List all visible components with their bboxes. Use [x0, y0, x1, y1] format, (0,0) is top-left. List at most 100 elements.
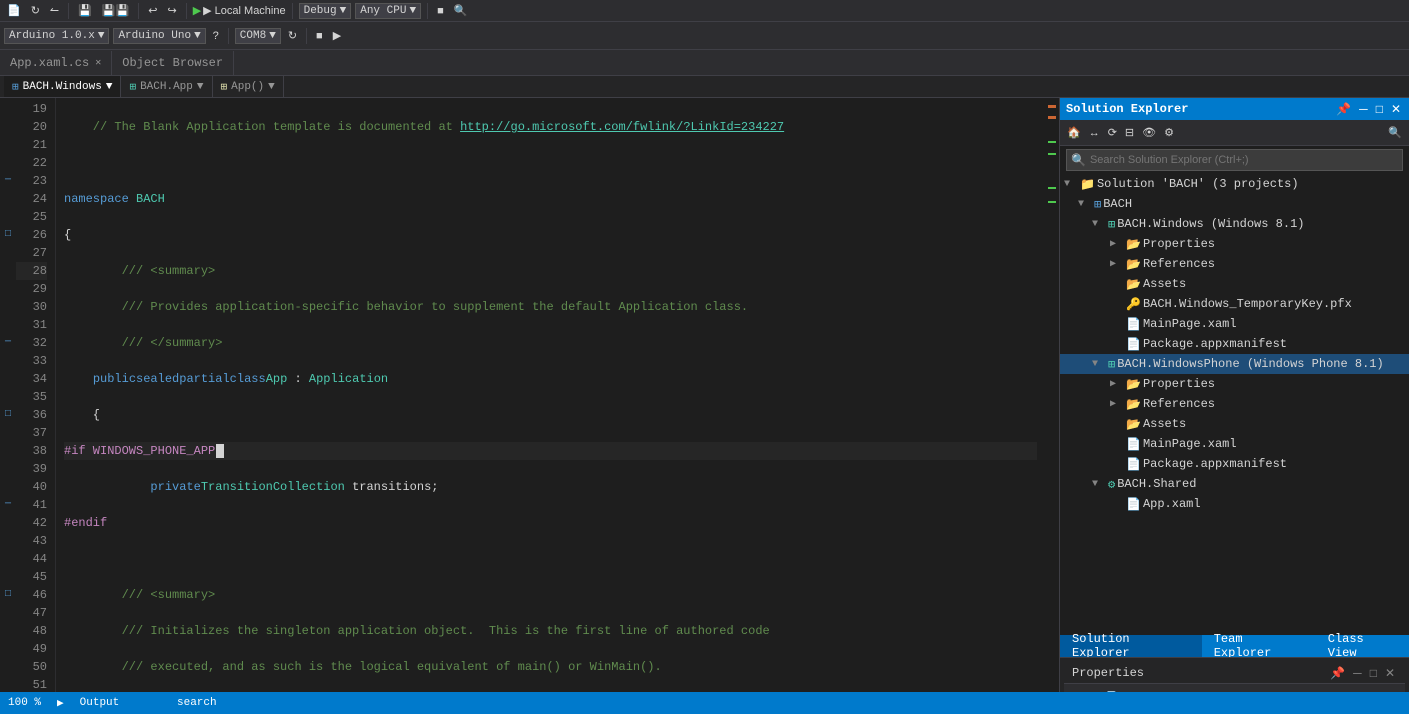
- toolbar-misc2[interactable]: 🔍: [451, 3, 471, 18]
- solution-explorer-maximize[interactable]: □: [1374, 101, 1385, 117]
- arduino-board-label: Arduino Uno: [118, 30, 191, 42]
- status-zoom: 100 %: [8, 697, 41, 709]
- tree-bach-windowsphone[interactable]: ▼ ⊞ BACH.WindowsPhone (Windows Phone 8.1…: [1060, 354, 1409, 374]
- tab-appxamlcs[interactable]: App.xaml.cs ✕: [0, 51, 112, 75]
- sol-toolbar-collapse[interactable]: ⊟: [1122, 125, 1137, 140]
- tree-bach[interactable]: ▼ ⊞ BACH: [1060, 194, 1409, 214]
- code-line-22: {: [64, 226, 1037, 244]
- scroll-mark-1: [1048, 105, 1056, 108]
- cpu-dropdown[interactable]: Any CPU ▼: [355, 3, 421, 19]
- sep6: [228, 28, 229, 44]
- code-line-29: private TransitionCollection transitions…: [64, 478, 1037, 496]
- arduino-version-dropdown[interactable]: Arduino 1.0.x ▼: [4, 28, 109, 44]
- tree-phone-references[interactable]: ▶ 📂 References: [1060, 394, 1409, 414]
- cpu-chevron: ▼: [409, 5, 416, 17]
- toolbar-other-1[interactable]: ■: [313, 29, 326, 43]
- solution-search-input[interactable]: [1090, 154, 1398, 166]
- win-refs-icon: 📂: [1126, 257, 1141, 272]
- solution-expand-icon: ▼: [1064, 179, 1078, 190]
- shared-appxaml-expand: [1110, 499, 1124, 510]
- toolbar-undo[interactable]: ↩: [145, 3, 160, 18]
- doc-tab-bach-app[interactable]: ⊞ BACH.App ▼: [121, 76, 212, 97]
- com-port-refresh[interactable]: ↻: [285, 28, 300, 43]
- debug-dropdown[interactable]: Debug ▼: [299, 3, 352, 19]
- solution-explorer-close[interactable]: ✕: [1389, 101, 1403, 117]
- tree-phone-package[interactable]: 📄 Package.appxmanifest: [1060, 454, 1409, 474]
- tree-windows-references[interactable]: ▶ 📂 References: [1060, 254, 1409, 274]
- arduino-board-dropdown[interactable]: Arduino Uno ▼: [113, 28, 205, 44]
- toolbar-icon-1[interactable]: 📄: [4, 3, 24, 18]
- tree-windows-tempkey[interactable]: 🔑 BACH.Windows_TemporaryKey.pfx: [1060, 294, 1409, 314]
- status-output: Output: [80, 697, 120, 709]
- doc-tab-bach-windows-chevron: ▼: [106, 81, 113, 93]
- sep7: [306, 28, 307, 44]
- toolbar-misc1[interactable]: ■: [434, 4, 447, 18]
- toolbar-icon-2[interactable]: ↻: [28, 3, 43, 18]
- com-port-label: COM8: [240, 30, 266, 42]
- tab-appxamlcs-close[interactable]: ✕: [95, 57, 101, 69]
- tab-team-explorer[interactable]: Team Explorer: [1202, 635, 1316, 657]
- code-content[interactable]: // The Blank Application template is doc…: [56, 98, 1045, 714]
- com-port-dropdown[interactable]: COM8 ▼: [235, 28, 281, 44]
- properties-minimize[interactable]: ─: [1351, 665, 1364, 681]
- editor-tab-bar: App.xaml.cs ✕ Object Browser: [0, 50, 1409, 76]
- run-button[interactable]: ▶ ▶ Local Machine: [193, 4, 286, 17]
- tree-windows-package[interactable]: 📄 Package.appxmanifest: [1060, 334, 1409, 354]
- editor-area[interactable]: ─ □ ─ □ ─: [0, 98, 1059, 714]
- phone-props-label: Properties: [1143, 377, 1215, 391]
- arduino-help[interactable]: ?: [210, 29, 222, 43]
- doc-tab-app-fn[interactable]: ⊞ App() ▼: [213, 76, 284, 97]
- code-line-27: {: [64, 406, 1037, 424]
- bach-shared-label: BACH.Shared: [1117, 477, 1196, 491]
- bach-icon: ⊞: [1094, 197, 1101, 212]
- toolbar-icon-3[interactable]: ↼: [47, 3, 62, 18]
- bach-windows-label: BACH.Windows (Windows 8.1): [1117, 217, 1304, 231]
- sol-toolbar-search[interactable]: 🔍: [1385, 125, 1405, 140]
- toolbar-other-2[interactable]: ▶: [330, 28, 344, 43]
- bach-expand-icon: ▼: [1078, 199, 1092, 210]
- solution-tree: ▼ 📁 Solution 'BACH' (3 projects) ▼ ⊞ BAC…: [1060, 174, 1409, 635]
- scroll-mark-2: [1048, 116, 1056, 119]
- tree-shared-appxaml[interactable]: 📄 App.xaml: [1060, 494, 1409, 514]
- solution-icon: 📁: [1080, 177, 1095, 192]
- line-numbers: 19202122 23242526 2728 29303132 33343536…: [16, 98, 56, 714]
- editor-scrollbar[interactable]: [1045, 98, 1059, 714]
- toolbar-redo[interactable]: ↪: [164, 3, 179, 18]
- tab-solution-explorer[interactable]: Solution Explorer: [1060, 635, 1202, 657]
- code-line-31: [64, 550, 1037, 568]
- properties-close[interactable]: ✕: [1383, 665, 1397, 681]
- tree-windows-mainpage[interactable]: 📄 MainPage.xaml: [1060, 314, 1409, 334]
- tree-solution-root[interactable]: ▼ 📁 Solution 'BACH' (3 projects): [1060, 174, 1409, 194]
- tree-phone-assets[interactable]: 📂 Assets: [1060, 414, 1409, 434]
- properties-pin[interactable]: 📌: [1328, 665, 1347, 681]
- properties-header-icons: 📌 ─ □ ✕: [1328, 665, 1397, 681]
- tree-phone-mainpage[interactable]: 📄 MainPage.xaml: [1060, 434, 1409, 454]
- tab-objectbrowser[interactable]: Object Browser: [112, 51, 234, 75]
- tree-bach-shared[interactable]: ▼ ⚙ BACH.Shared: [1060, 474, 1409, 494]
- tree-windows-assets[interactable]: 📂 Assets: [1060, 274, 1409, 294]
- win-mainpage-icon: 📄: [1126, 317, 1141, 332]
- tree-phone-properties[interactable]: ▶ 📂 Properties: [1060, 374, 1409, 394]
- sol-toolbar-showall[interactable]: 👁: [1139, 125, 1159, 140]
- solution-explorer-pin[interactable]: 📌: [1334, 101, 1353, 117]
- arduino-version-chevron: ▼: [98, 30, 105, 42]
- tree-windows-properties[interactable]: ▶ 📂 Properties: [1060, 234, 1409, 254]
- toolbar-save[interactable]: 💾: [75, 3, 95, 18]
- properties-maximize[interactable]: □: [1368, 665, 1379, 681]
- phone-refs-label: References: [1143, 397, 1215, 411]
- doc-tab-bach-windows[interactable]: ⊞ BACH.Windows ▼: [4, 76, 121, 97]
- sol-toolbar-refresh[interactable]: ⟳: [1105, 125, 1120, 140]
- win-tempkey-label: BACH.Windows_TemporaryKey.pfx: [1143, 297, 1352, 311]
- sol-toolbar-settings[interactable]: ⚙: [1161, 125, 1177, 140]
- tree-bach-windows[interactable]: ▼ ⊞ BACH.Windows (Windows 8.1): [1060, 214, 1409, 234]
- sol-toolbar-sync[interactable]: ↔: [1086, 126, 1103, 140]
- debug-chevron: ▼: [340, 5, 347, 17]
- solution-toolbar: 🏠 ↔ ⟳ ⊟ 👁 ⚙ 🔍: [1060, 120, 1409, 146]
- sol-toolbar-home[interactable]: 🏠: [1064, 125, 1084, 140]
- tab-class-view[interactable]: Class View: [1316, 635, 1409, 657]
- code-line-23: /// <summary>: [64, 262, 1037, 280]
- phone-mainpage-label: MainPage.xaml: [1143, 437, 1237, 451]
- solution-explorer-minimize[interactable]: ─: [1357, 101, 1370, 117]
- toolbar-save-all[interactable]: 💾💾: [99, 3, 132, 18]
- solution-search-box[interactable]: 🔍: [1066, 149, 1403, 171]
